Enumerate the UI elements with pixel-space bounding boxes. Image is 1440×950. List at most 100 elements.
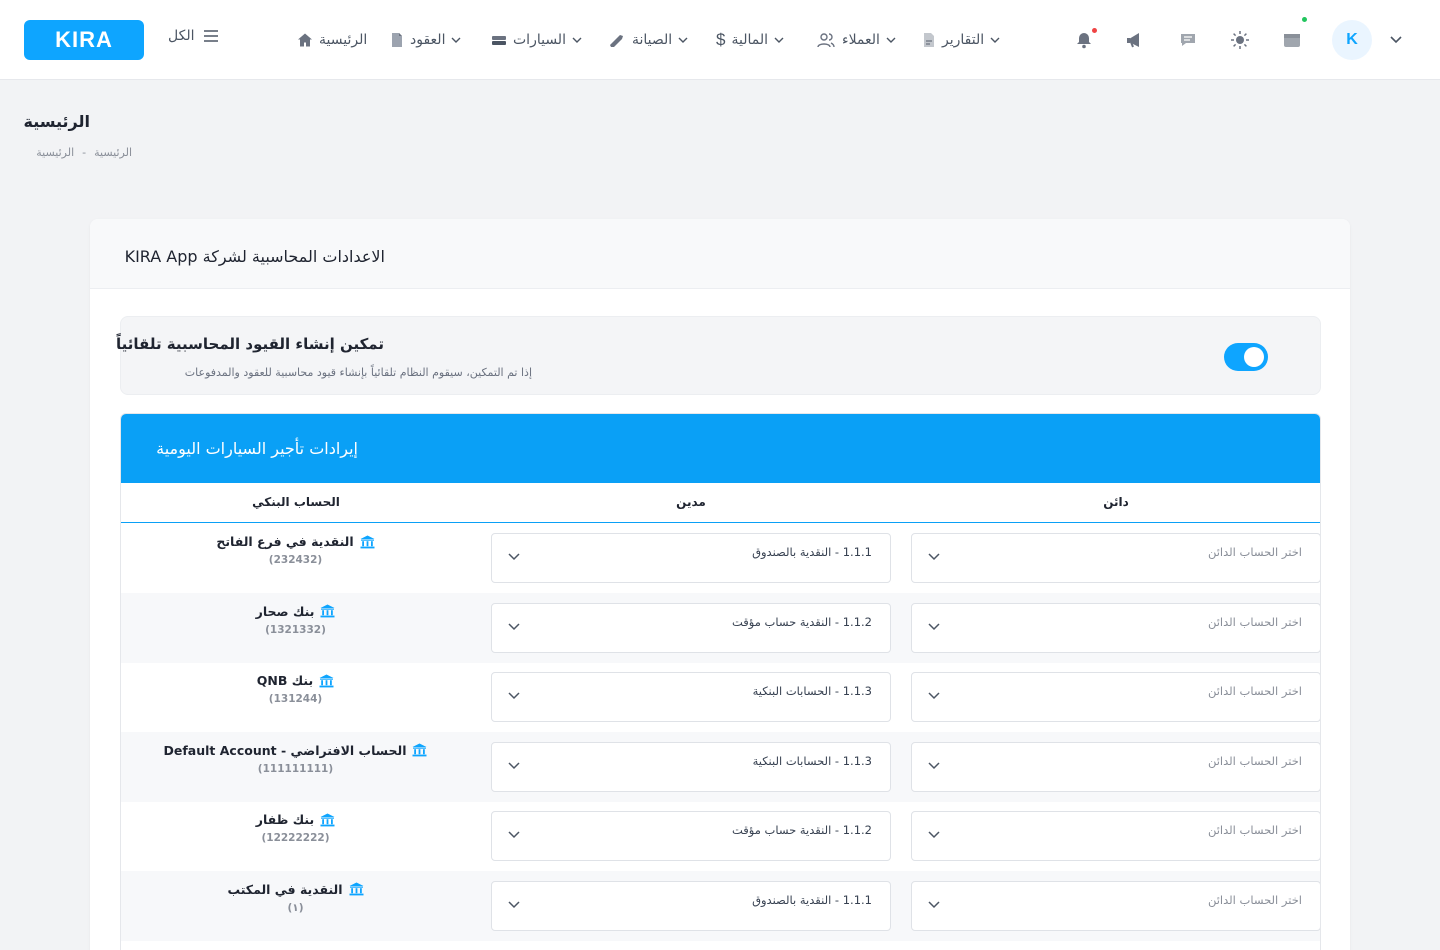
chevron-down-icon bbox=[508, 761, 520, 770]
table-row: بنك صحار (1321332) 1.1.2 - النقدية حساب مؤ… bbox=[121, 592, 1320, 663]
nav-item-reports[interactable]: التقارير bbox=[922, 28, 1000, 52]
breadcrumb: الرئيسية - الرئيسية bbox=[36, 146, 132, 159]
credit-account-select[interactable]: اختر الحساب الدائن bbox=[911, 741, 1320, 792]
auto-entries-label: تمكين إنشاء القيود المحاسبية تلقائياً bbox=[116, 335, 384, 353]
card-title: الاعدادات المحاسبية لشركة KIRA App bbox=[124, 247, 385, 266]
chevron-down-icon bbox=[928, 761, 940, 770]
debit-account-value: 1.1.3 - الحسابات البنكية bbox=[752, 684, 872, 698]
bell-icon[interactable] bbox=[1072, 28, 1097, 52]
chevron-down-icon bbox=[508, 900, 520, 909]
dollar-icon: $ bbox=[716, 30, 726, 49]
bank-icon bbox=[319, 674, 334, 688]
sun-icon[interactable] bbox=[1228, 28, 1252, 52]
bank-account-number: (131244) bbox=[268, 693, 323, 705]
credit-account-select[interactable]: اختر الحساب الدائن bbox=[911, 880, 1320, 931]
chevron-down-icon bbox=[774, 37, 784, 43]
bank-account-number: (12222222) bbox=[261, 832, 330, 844]
credit-account-placeholder: اختر الحساب الدائن bbox=[1207, 823, 1302, 837]
chevron-down-icon bbox=[928, 553, 940, 561]
credit-account-placeholder: اختر الحساب الدائن bbox=[1207, 753, 1302, 768]
hamburger-icon bbox=[203, 30, 219, 42]
bank-icon bbox=[360, 535, 375, 549]
column-bank-account: الحساب البنكي bbox=[252, 495, 340, 509]
chevron-down-icon bbox=[451, 37, 461, 43]
credit-account-select[interactable]: اختر الحساب الدائن bbox=[911, 672, 1320, 722]
table-header: الحساب البنكي مدين دائن bbox=[121, 483, 1320, 523]
bank-icon bbox=[349, 882, 364, 896]
debit-account-select[interactable]: 1.1.3 - الحسابات البنكية bbox=[491, 672, 891, 722]
bank-account-cell: النقدية في فرع الفاتح (232432) bbox=[121, 523, 473, 566]
chevron-down-icon bbox=[508, 553, 520, 561]
top-header: KIRA الكل الرئيسية العقود السيارات الصيا… bbox=[0, 0, 1440, 80]
chevron-down-icon bbox=[508, 622, 520, 631]
chat-icon[interactable] bbox=[1176, 28, 1200, 52]
debit-account-select[interactable]: 1.1.2 - النقدية حساب مؤقت bbox=[491, 811, 891, 861]
bank-account-number: (1321332) bbox=[265, 623, 326, 636]
nav-item-maintenance[interactable]: الصيانة bbox=[608, 28, 688, 52]
nav-item-customers[interactable]: العملاء bbox=[816, 28, 896, 52]
nav-item-contracts[interactable]: العقود bbox=[390, 28, 461, 52]
chevron-down-icon bbox=[928, 692, 940, 700]
chevron-down-icon bbox=[886, 37, 896, 43]
kira-logo[interactable]: KIRA bbox=[24, 20, 144, 60]
auto-entries-setting: تمكين إنشاء القيود المحاسبية تلقائياً إذ… bbox=[116, 316, 1321, 395]
bank-account-cell: النقدية في المكتب (١) bbox=[121, 871, 473, 914]
table-row: النقدية في المكتب (١) 1.1.1 - النقدية بالص… bbox=[121, 870, 1320, 941]
credit-account-select[interactable]: اختر الحساب الدائن bbox=[911, 811, 1320, 861]
bank-account-cell: بنك صحار (1321332) bbox=[121, 593, 473, 636]
section-title: إيرادات تأجير السيارات اليومية bbox=[156, 439, 358, 458]
status-dot bbox=[1302, 17, 1307, 22]
debit-account-value: 1.1.1 - النقدية بالصندوق bbox=[752, 892, 872, 907]
nav-item-cars[interactable]: السيارات bbox=[491, 28, 582, 52]
credit-account-placeholder: اختر الحساب الدائن bbox=[1207, 684, 1302, 698]
table-row: النقدية في فرع الفاتح (232432) 1.1.1 - الن… bbox=[121, 523, 1320, 593]
users-icon bbox=[816, 32, 836, 48]
chevron-down-icon bbox=[678, 37, 688, 43]
debit-account-value: 1.1.3 - الحسابات البنكية bbox=[752, 753, 872, 768]
megaphone-icon[interactable] bbox=[1124, 28, 1148, 52]
credit-account-select[interactable]: اختر الحساب الدائن bbox=[911, 602, 1320, 653]
breadcrumb-item[interactable]: الرئيسية bbox=[94, 146, 132, 159]
credit-account-placeholder: اختر الحساب الدائن bbox=[1207, 892, 1302, 907]
chevron-down-icon bbox=[508, 692, 520, 700]
bank-name: النقدية في فرع الفاتح bbox=[216, 534, 354, 549]
user-avatar[interactable]: K bbox=[1332, 20, 1372, 60]
all-label: الكل bbox=[168, 28, 195, 44]
chevron-down-icon bbox=[928, 900, 940, 909]
chevron-down-icon bbox=[508, 831, 520, 839]
page-title: الرئيسية bbox=[23, 112, 91, 131]
bank-account-cell: بنك ظفار (12222222) bbox=[121, 801, 473, 844]
bank-account-number: (232432) bbox=[268, 554, 323, 566]
breadcrumb-separator: - bbox=[82, 146, 87, 159]
car-icon bbox=[491, 33, 507, 47]
nav-item-finance[interactable]: $ المالية bbox=[716, 28, 784, 52]
credit-account-placeholder: اختر الحساب الدائن bbox=[1207, 545, 1302, 559]
bank-account-number: (١) bbox=[287, 901, 304, 914]
all-menu-button[interactable]: الكل bbox=[168, 28, 219, 44]
breadcrumb-item: الرئيسية bbox=[36, 146, 75, 159]
notification-dot bbox=[1092, 28, 1097, 33]
debit-account-select[interactable]: 1.1.1 - النقدية بالصندوق bbox=[491, 533, 891, 583]
debit-account-select[interactable]: 1.1.3 - الحسابات البنكية bbox=[491, 741, 891, 792]
nav-item-home[interactable]: الرئيسية bbox=[297, 28, 367, 52]
bank-name: النقدية في المكتب bbox=[227, 881, 343, 897]
bank-account-cell: بنك QNB (131244) bbox=[121, 662, 473, 705]
document-icon bbox=[390, 32, 404, 48]
bank-account-number: (111111111) bbox=[257, 762, 334, 775]
debit-account-select[interactable]: 1.1.2 - النقدية حساب مؤقت bbox=[491, 602, 891, 653]
chevron-down-icon bbox=[572, 37, 582, 43]
bank-name: بنك صحار bbox=[255, 603, 315, 619]
chevron-down-icon[interactable] bbox=[1384, 28, 1408, 52]
debit-account-select[interactable]: 1.1.1 - النقدية بالصندوق bbox=[491, 880, 891, 931]
table-row: بنك QNB (131244) 1.1.3 - الحسابات البنكية ا… bbox=[121, 662, 1320, 732]
toggle-knob bbox=[1244, 347, 1264, 367]
bank-icon bbox=[320, 604, 335, 618]
credit-account-select[interactable]: اختر الحساب الدائن bbox=[911, 533, 1320, 583]
debit-account-value: 1.1.2 - النقدية حساب مؤقت bbox=[731, 823, 872, 837]
apps-box-icon[interactable] bbox=[1280, 17, 1307, 52]
auto-entries-toggle[interactable] bbox=[1224, 343, 1268, 371]
bank-name: بنك ظفار bbox=[255, 812, 315, 827]
bank-icon bbox=[412, 743, 427, 757]
auto-entries-description: إذا تم التمكين، سيقوم النظام تلقائياً بإ… bbox=[184, 366, 532, 379]
accounting-settings-card: الاعدادات المحاسبية لشركة KIRA App تمكين… bbox=[90, 219, 1350, 950]
